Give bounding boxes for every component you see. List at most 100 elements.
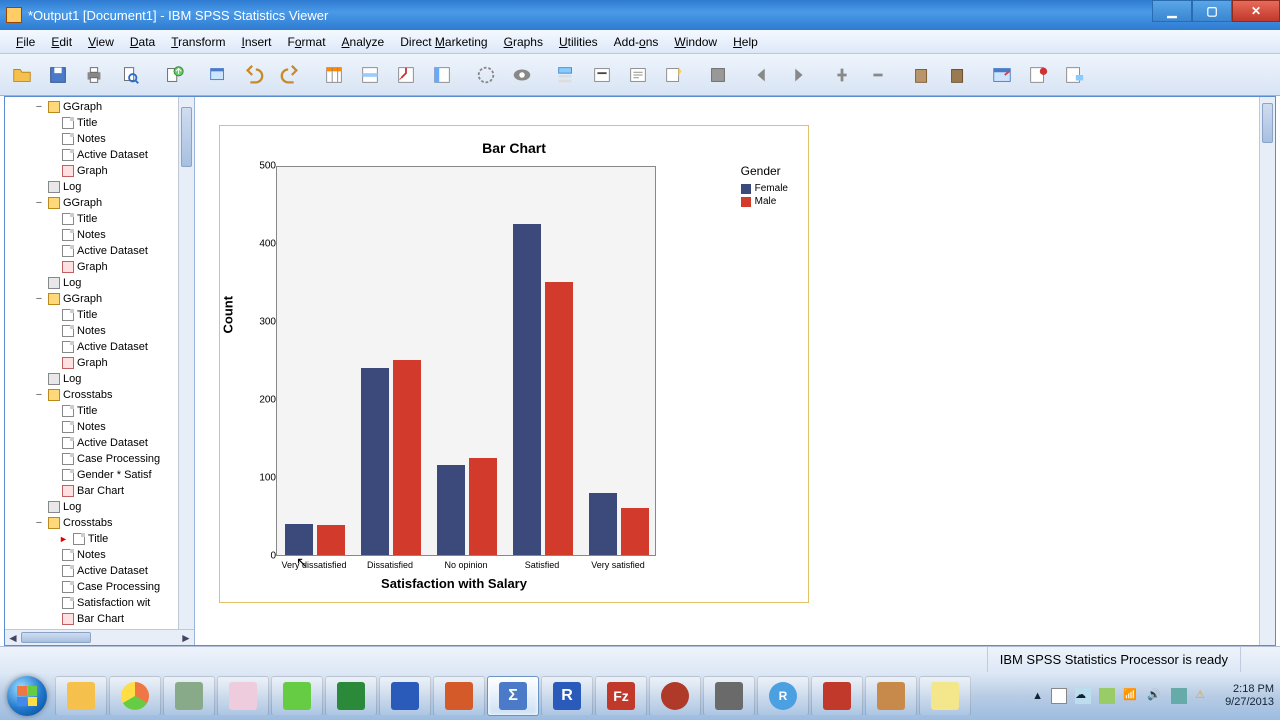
- task-notes[interactable]: [919, 676, 971, 716]
- tray-up-icon[interactable]: ▲: [1032, 690, 1043, 702]
- open-button[interactable]: [6, 59, 38, 91]
- tree-node[interactable]: Bar Chart: [5, 611, 178, 627]
- tree-node[interactable]: Graph: [5, 259, 178, 275]
- tree-node[interactable]: Notes: [5, 227, 178, 243]
- close-item-button[interactable]: [702, 59, 734, 91]
- redo-button[interactable]: [274, 59, 306, 91]
- task-app2[interactable]: [217, 676, 269, 716]
- tree-node[interactable]: Graph: [5, 355, 178, 371]
- chart-object[interactable]: Bar Chart Gender Female Male Count 01002…: [219, 125, 809, 603]
- designate-window-button[interactable]: [986, 59, 1018, 91]
- tray-volume-icon[interactable]: 🔊: [1147, 688, 1163, 704]
- tray-action-center-icon[interactable]: [1051, 688, 1067, 704]
- tree-node[interactable]: Gender * Satisf: [5, 467, 178, 483]
- tree-node[interactable]: Title: [5, 211, 178, 227]
- menu-transform[interactable]: Transform: [163, 32, 233, 52]
- insert-text-button[interactable]: [622, 59, 654, 91]
- menu-edit[interactable]: Edit: [43, 32, 80, 52]
- task-adobe[interactable]: [811, 676, 863, 716]
- tray-battery-icon[interactable]: [1099, 688, 1115, 704]
- maximize-button[interactable]: ▢: [1192, 0, 1232, 22]
- print-button[interactable]: [78, 59, 110, 91]
- tray-network-icon[interactable]: 📶: [1123, 688, 1139, 704]
- tree-node[interactable]: Log: [5, 499, 178, 515]
- undo-button[interactable]: [238, 59, 270, 91]
- menu-window[interactable]: Window: [666, 32, 725, 52]
- task-revit[interactable]: R: [757, 676, 809, 716]
- tree-node[interactable]: Notes: [5, 131, 178, 147]
- task-app6[interactable]: [865, 676, 917, 716]
- task-chrome[interactable]: [109, 676, 161, 716]
- insert-title-button[interactable]: [586, 59, 618, 91]
- outline-hscrollbar[interactable]: ◄►: [5, 629, 194, 645]
- goto-variable-button[interactable]: [390, 59, 422, 91]
- tree-node[interactable]: −GGraph: [5, 195, 178, 211]
- tree-node[interactable]: Log: [5, 275, 178, 291]
- nav-back-button[interactable]: [746, 59, 778, 91]
- tree-node[interactable]: Active Dataset: [5, 243, 178, 259]
- tree-node[interactable]: Title: [5, 307, 178, 323]
- demote-button[interactable]: [862, 59, 894, 91]
- export-button[interactable]: [158, 59, 190, 91]
- menu-data[interactable]: Data: [122, 32, 163, 52]
- variables-button[interactable]: [426, 59, 458, 91]
- task-explorer[interactable]: [55, 676, 107, 716]
- viewer-vscrollbar[interactable]: [1259, 97, 1275, 645]
- outline-tree[interactable]: −GGraphTitleNotesActive DatasetGraphLog−…: [5, 97, 178, 629]
- task-app1[interactable]: [163, 676, 215, 716]
- insert-new-text-button[interactable]: [658, 59, 690, 91]
- menu-format[interactable]: Format: [280, 32, 334, 52]
- tree-node[interactable]: Case Processing: [5, 451, 178, 467]
- promote-button[interactable]: [826, 59, 858, 91]
- tree-node[interactable]: −Crosstabs: [5, 387, 178, 403]
- insert-heading-button[interactable]: [550, 59, 582, 91]
- task-spss[interactable]: Σ: [487, 676, 539, 716]
- save-button[interactable]: [42, 59, 74, 91]
- tray-shield-icon[interactable]: ⚠: [1195, 688, 1211, 704]
- tree-node[interactable]: Active Dataset: [5, 435, 178, 451]
- close-button[interactable]: ✕: [1232, 0, 1280, 22]
- menu-analyze[interactable]: Analyze: [334, 32, 393, 52]
- tree-node[interactable]: Log: [5, 179, 178, 195]
- tree-node[interactable]: −GGraph: [5, 291, 178, 307]
- menu-direct-marketing[interactable]: Direct Marketing: [392, 32, 495, 52]
- create-edit-autoscript-button[interactable]: [1058, 59, 1090, 91]
- tree-node[interactable]: Case Processing: [5, 579, 178, 595]
- tray-cloud-icon[interactable]: ☁: [1075, 688, 1091, 704]
- task-r[interactable]: R: [541, 676, 593, 716]
- goto-data-button[interactable]: [318, 59, 350, 91]
- tree-node[interactable]: Active Dataset: [5, 147, 178, 163]
- recall-dialog-button[interactable]: [202, 59, 234, 91]
- system-tray[interactable]: ▲ ☁ 📶 🔊 ⚠ 2:18 PM 9/27/2013: [1032, 683, 1280, 709]
- select-button[interactable]: [470, 59, 502, 91]
- menu-addons[interactable]: Add-ons: [606, 32, 667, 52]
- expand-button[interactable]: [906, 59, 938, 91]
- task-app3[interactable]: [271, 676, 323, 716]
- task-excel[interactable]: [325, 676, 377, 716]
- task-app4[interactable]: [649, 676, 701, 716]
- menu-file[interactable]: File: [8, 32, 43, 52]
- menu-graphs[interactable]: Graphs: [496, 32, 551, 52]
- tree-node[interactable]: Active Dataset: [5, 563, 178, 579]
- task-app5[interactable]: [703, 676, 755, 716]
- tree-node[interactable]: Notes: [5, 419, 178, 435]
- menu-insert[interactable]: Insert: [233, 32, 279, 52]
- tree-node[interactable]: −Crosstabs: [5, 515, 178, 531]
- collapse-button[interactable]: [942, 59, 974, 91]
- viewer-content[interactable]: Bar Chart Gender Female Male Count 01002…: [195, 97, 1259, 645]
- tree-node[interactable]: −GGraph: [5, 99, 178, 115]
- tree-node[interactable]: Graph: [5, 163, 178, 179]
- menu-utilities[interactable]: Utilities: [551, 32, 606, 52]
- tree-node[interactable]: Notes: [5, 323, 178, 339]
- tree-node[interactable]: Bar Chart: [5, 483, 178, 499]
- start-button[interactable]: [0, 672, 54, 720]
- tree-node[interactable]: ►Title: [5, 531, 178, 547]
- tree-node[interactable]: Title: [5, 115, 178, 131]
- tree-node[interactable]: Active Dataset: [5, 339, 178, 355]
- tree-node[interactable]: Notes: [5, 547, 178, 563]
- outline-vscrollbar[interactable]: [178, 97, 194, 629]
- tree-node[interactable]: Title: [5, 403, 178, 419]
- show-hidden-button[interactable]: [506, 59, 538, 91]
- task-powerpoint[interactable]: [433, 676, 485, 716]
- print-preview-button[interactable]: [114, 59, 146, 91]
